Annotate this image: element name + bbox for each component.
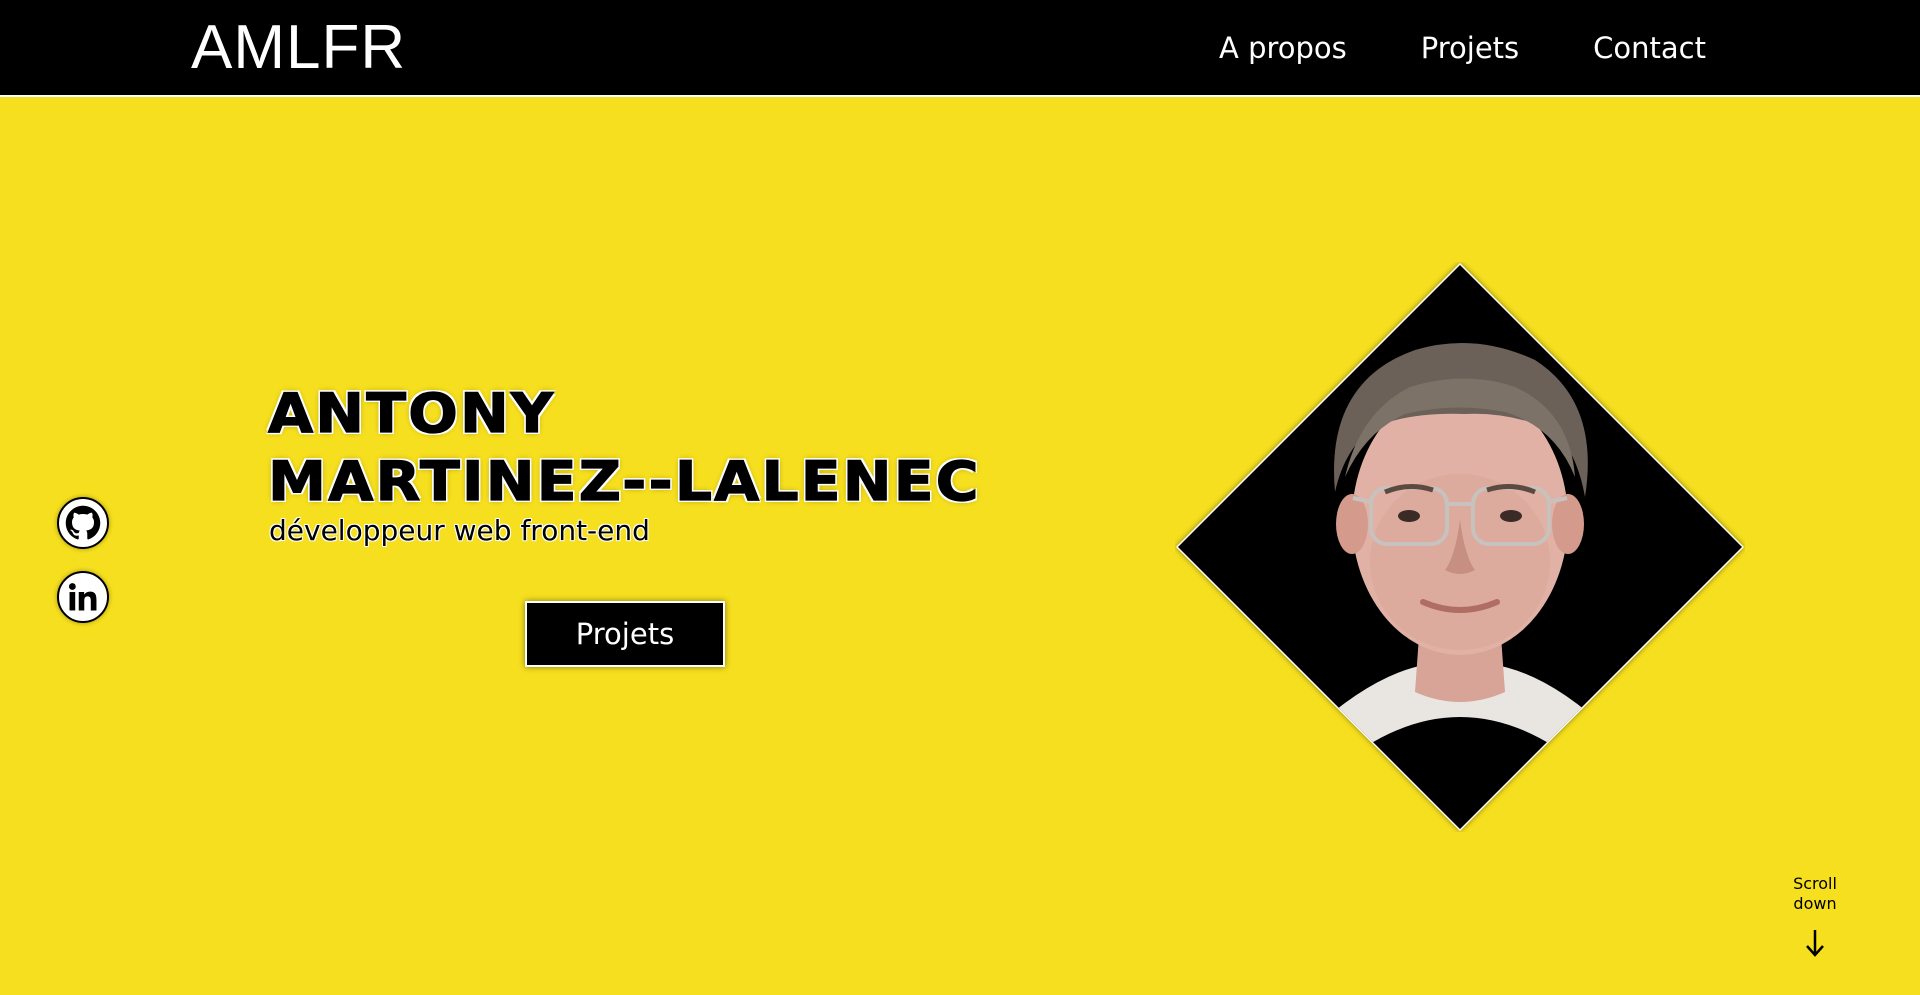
nav-link-projects[interactable]: Projets bbox=[1421, 27, 1519, 69]
hero-name: ANTONY MARTINEZ--LALENEC bbox=[267, 380, 981, 516]
hero-role: développeur web front-end bbox=[269, 514, 650, 547]
scroll-label-line2: down bbox=[1793, 894, 1837, 913]
social-links bbox=[57, 497, 109, 623]
portrait-frame bbox=[1175, 262, 1745, 832]
arrow-down-icon bbox=[1806, 930, 1824, 957]
top-navigation-bar: AMLFR A propos Projets Contact bbox=[0, 0, 1920, 97]
profile-photo bbox=[1176, 263, 1744, 831]
nav-link-about[interactable]: A propos bbox=[1219, 27, 1347, 69]
nav-link-contact[interactable]: Contact bbox=[1593, 27, 1706, 69]
scroll-label-line1: Scroll bbox=[1793, 874, 1837, 893]
linkedin-icon bbox=[68, 583, 97, 611]
scroll-down-indicator[interactable]: Scroll down bbox=[1790, 874, 1840, 958]
hero-name-last: MARTINEZ--LALENEC bbox=[267, 449, 981, 513]
projects-button[interactable]: Projets bbox=[525, 601, 725, 667]
main-navigation: A propos Projets Contact bbox=[1219, 27, 1706, 69]
github-icon bbox=[65, 505, 101, 540]
hero-name-first: ANTONY bbox=[267, 381, 556, 445]
github-link[interactable] bbox=[57, 497, 109, 549]
linkedin-link[interactable] bbox=[57, 571, 109, 623]
brand-logo[interactable]: AMLFR bbox=[191, 13, 406, 83]
